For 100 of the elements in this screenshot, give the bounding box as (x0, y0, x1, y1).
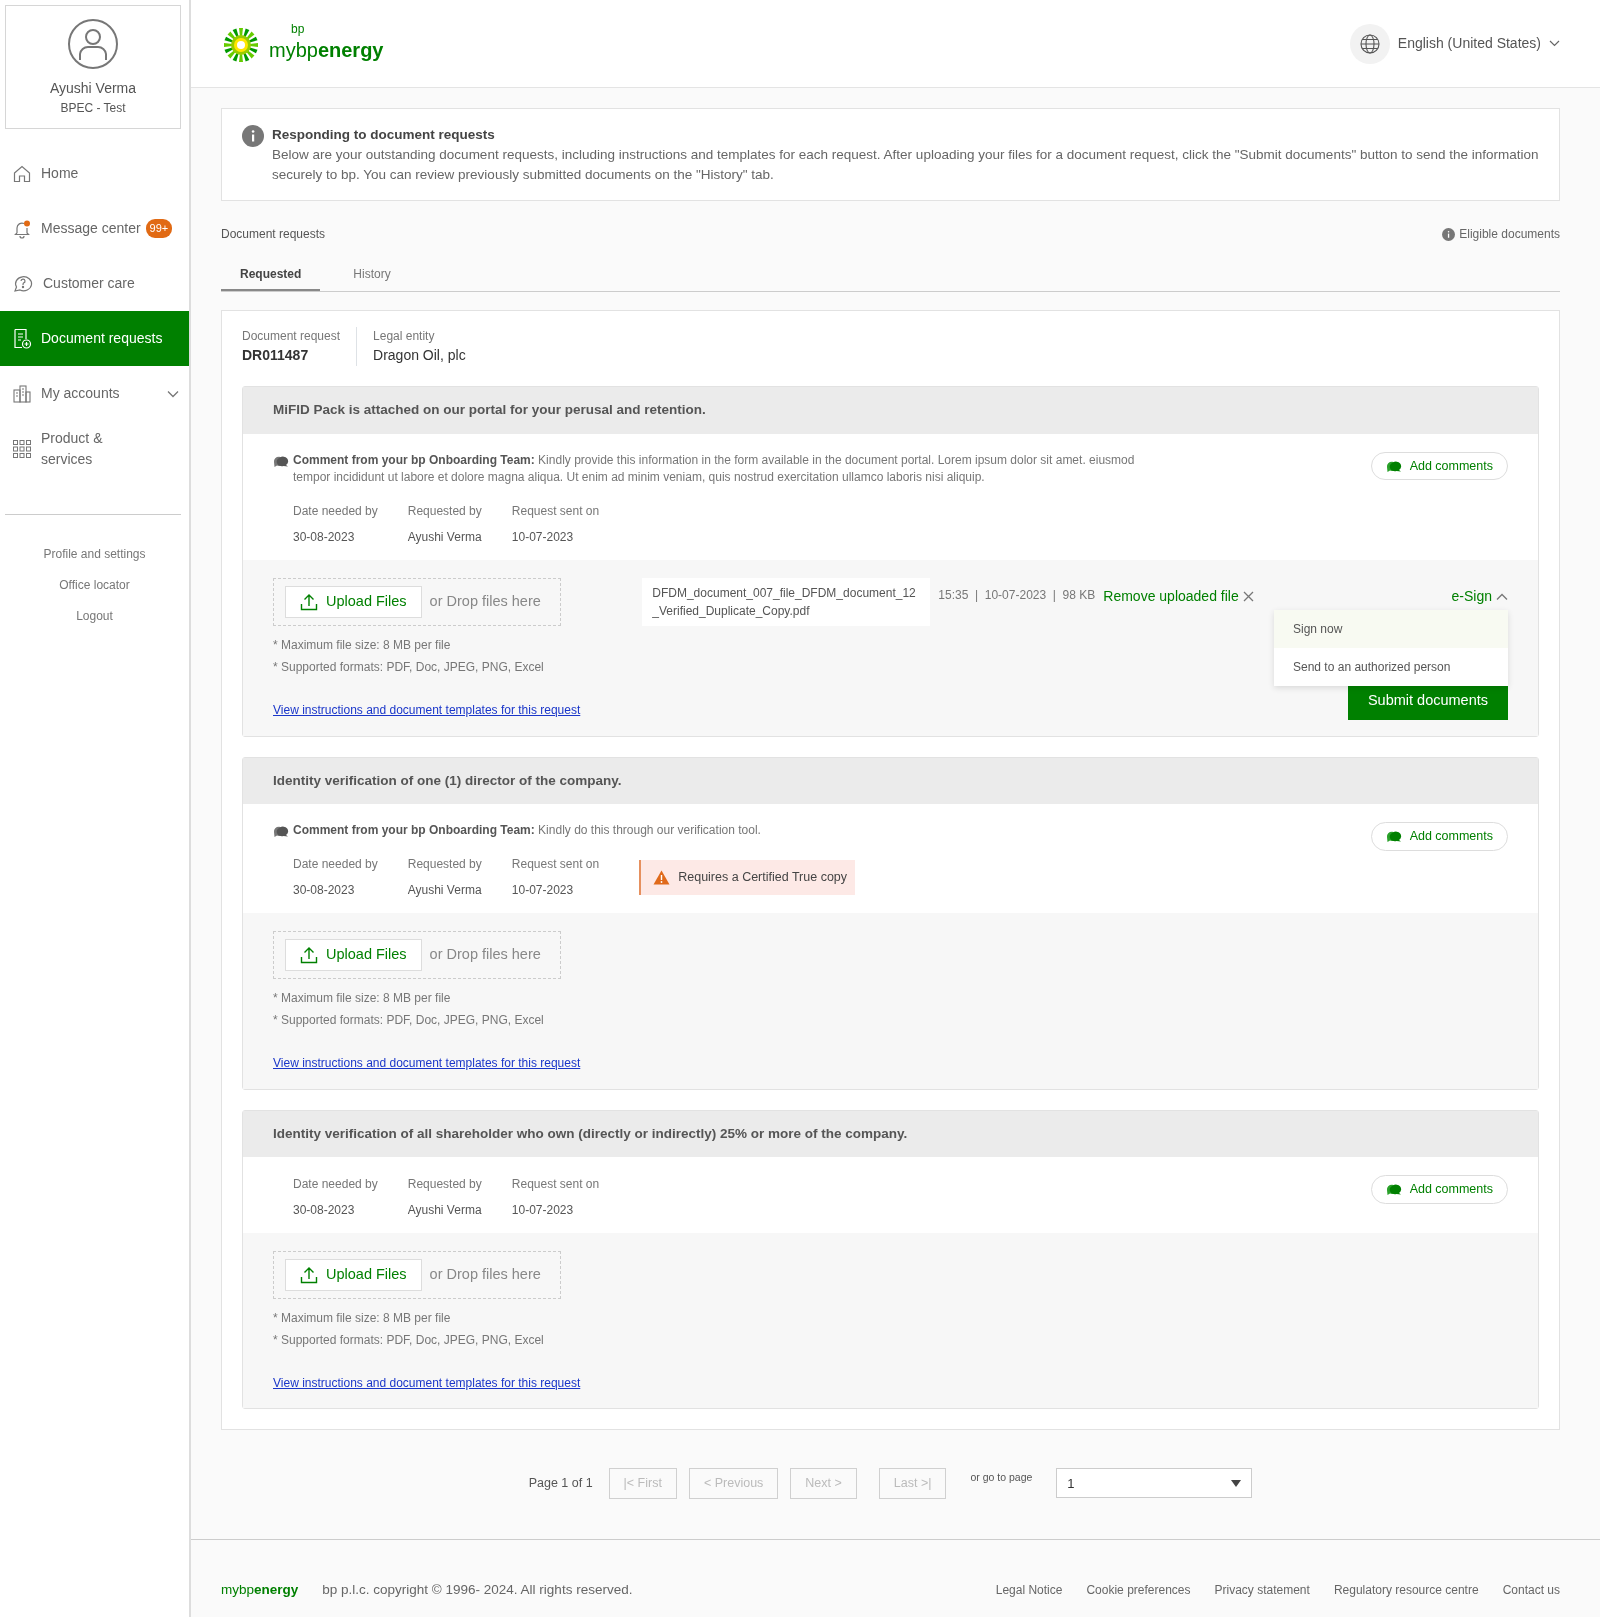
field-label: Request sent on (511, 503, 600, 521)
field-value: Ayushi Verma (407, 1201, 482, 1219)
language-selector[interactable]: English (United States) (1397, 33, 1560, 54)
comment-icon (1385, 459, 1402, 473)
drop-hint: or Drop files here (429, 945, 541, 965)
file-details: 15:35 | 10-07-2023 | 98 KB (938, 587, 1096, 605)
building-icon (12, 383, 32, 404)
instructions-link[interactable]: View instructions and document templates for this request (273, 703, 581, 718)
field-label: Requested by (407, 503, 482, 521)
legal-entity-value: Dragon Oil, plc (373, 346, 466, 366)
upload-files-button[interactable]: Upload Files (285, 939, 422, 972)
copyright-text: bp p.l.c. copyright © 1996- 2024. All rights reserved. (322, 1580, 633, 1599)
file-note: * Supported formats: PDF, Doc, JPEG, PNG, Excel (273, 1012, 545, 1030)
tab[interactable]: History (334, 259, 410, 292)
footer-link[interactable]: Legal Notice (995, 1580, 1063, 1599)
bell-icon (12, 218, 32, 239)
comment-icon (1385, 829, 1402, 844)
logo-text: mybpenergy (269, 37, 384, 63)
eligible-documents-link[interactable]: Eligible documents (1442, 225, 1560, 244)
sidebar-link[interactable]: Profile and settings (43, 547, 146, 561)
footer-link[interactable]: Regulatory resource centre (1333, 1580, 1479, 1599)
grid-icon (12, 438, 32, 459)
page-indicator: Page 1 of 1 (528, 1475, 593, 1493)
add-comments-button[interactable]: Add comments (1370, 1174, 1508, 1204)
organization-name: BPEC - Test (60, 99, 126, 117)
drop-zone[interactable]: Upload Files or Drop files here (273, 931, 561, 980)
sidebar-link[interactable]: Logout (76, 609, 113, 623)
request-title: MiFID Pack is attached on our portal for your perusal and retention. (243, 387, 1538, 434)
comment-text: Comment from your bp Onboarding Team: Kindly do this through our verification tool. (293, 821, 761, 839)
field-value: Ayushi Verma (407, 882, 482, 900)
question-bubble-icon (12, 273, 34, 294)
footer-link[interactable]: Contact us (1502, 1580, 1560, 1599)
upload-icon (300, 946, 318, 965)
drop-hint: or Drop files here (429, 592, 541, 612)
caret-down-icon (1231, 1479, 1242, 1487)
request-id: DR011487 (242, 346, 310, 366)
menu-item[interactable]: Sign now (1274, 610, 1508, 649)
remove-file-link[interactable]: Remove uploaded file (1103, 586, 1254, 608)
instructions-link[interactable]: View instructions and document templates for this request (273, 1375, 581, 1390)
home-icon (12, 163, 32, 184)
warning-text: Requires a Certified True copy (678, 868, 848, 886)
e-sign-toggle[interactable]: e-Sign (1451, 586, 1508, 608)
globe-icon (1358, 32, 1381, 55)
request-title: Identity verification of all shareholder who own (directly or indirectly) 25% or more of the company. (243, 1110, 1538, 1157)
nav-item[interactable]: Home (0, 146, 189, 201)
upload-files-button[interactable]: Upload Files (285, 586, 422, 619)
instructions-link[interactable]: View instructions and document templates for this request (273, 1056, 581, 1071)
field-value: 10-07-2023 (511, 529, 575, 547)
field-label: Date needed by (293, 856, 378, 874)
add-comments-button[interactable]: Add comments (1370, 821, 1508, 851)
request-title: Identity verification of one (1) director of the company. (243, 757, 1538, 804)
upload-icon (300, 593, 318, 612)
notification-badge: 99+ (145, 219, 173, 238)
field-label: Date needed by (293, 503, 378, 521)
field-value: 30-08-2023 (293, 1201, 356, 1219)
footer-logo: mybpenergy (221, 1580, 299, 1599)
close-icon (1242, 591, 1254, 603)
drop-zone[interactable]: Upload Files or Drop files here (273, 578, 561, 627)
field-value: 10-07-2023 (511, 1201, 575, 1219)
nav-item[interactable]: Customer care (0, 256, 189, 311)
field-value: Ayushi Verma (407, 529, 482, 547)
upload-files-button[interactable]: Upload Files (285, 1258, 422, 1291)
field-label: Request sent on (511, 1175, 600, 1193)
file-note: * Maximum file size: 8 MB per file (273, 637, 452, 655)
field-value: 30-08-2023 (293, 529, 356, 547)
sidebar-link[interactable]: Office locator (59, 578, 130, 592)
file-note: * Supported formats: PDF, Doc, JPEG, PNG, Excel (273, 659, 545, 677)
field-label: Legal entity (373, 328, 436, 346)
drop-zone[interactable]: Upload Files or Drop files here (273, 1250, 561, 1299)
field-label: Document request (242, 328, 341, 346)
avatar-icon (67, 17, 119, 70)
nav-item[interactable]: Product & services (0, 421, 189, 476)
file-name: DFDM_document_007_file_DFDM_document_12_Verified_Duplicate_Copy.pdf (642, 578, 931, 627)
nav-item[interactable]: My accounts (0, 366, 189, 421)
comment-icon (1385, 1182, 1402, 1197)
document-plus-icon (12, 327, 32, 350)
field-label: Date needed by (293, 1175, 378, 1193)
field-label: Request sent on (511, 856, 600, 874)
info-title: Responding to document requests (272, 126, 496, 144)
field-value: 30-08-2023 (293, 882, 356, 900)
field-value: 10-07-2023 (511, 882, 575, 900)
page-select[interactable]: 1 (1056, 1468, 1253, 1499)
nav-item[interactable]: Message center 99+ (0, 201, 189, 256)
logo-mark: bp (291, 22, 306, 35)
user-name: Ayushi Verma (49, 78, 137, 98)
tab[interactable]: Requested (221, 259, 321, 292)
file-note: * Maximum file size: 8 MB per file (273, 990, 452, 1008)
warning-icon (653, 869, 671, 885)
upload-icon (300, 1265, 318, 1284)
footer-link[interactable]: Privacy statement (1214, 1580, 1310, 1599)
comment-text: Comment from your bp Onboarding Team: Kindly provide this information in the form available in the document portal. Lorem ipsum dolor sit amet. eiusmod tempor incididunt ut labore et dolore magna aliqua. Ut enim ad minim veniam, quis nostrud exercitation ullamco laboris nisi aliquip. (293, 451, 1136, 486)
field-label: Requested by (407, 856, 482, 874)
footer-link[interactable]: Cookie preferences (1086, 1580, 1191, 1599)
info-icon (242, 125, 264, 147)
file-note: * Supported formats: PDF, Doc, JPEG, PNG, Excel (273, 1331, 545, 1349)
section-title: Document requests (221, 226, 326, 244)
file-note: * Maximum file size: 8 MB per file (273, 1309, 452, 1327)
add-comments-button[interactable]: Add comments (1370, 451, 1508, 481)
nav-item[interactable]: Document requests (0, 311, 189, 366)
chevron-down-icon (1549, 40, 1560, 47)
